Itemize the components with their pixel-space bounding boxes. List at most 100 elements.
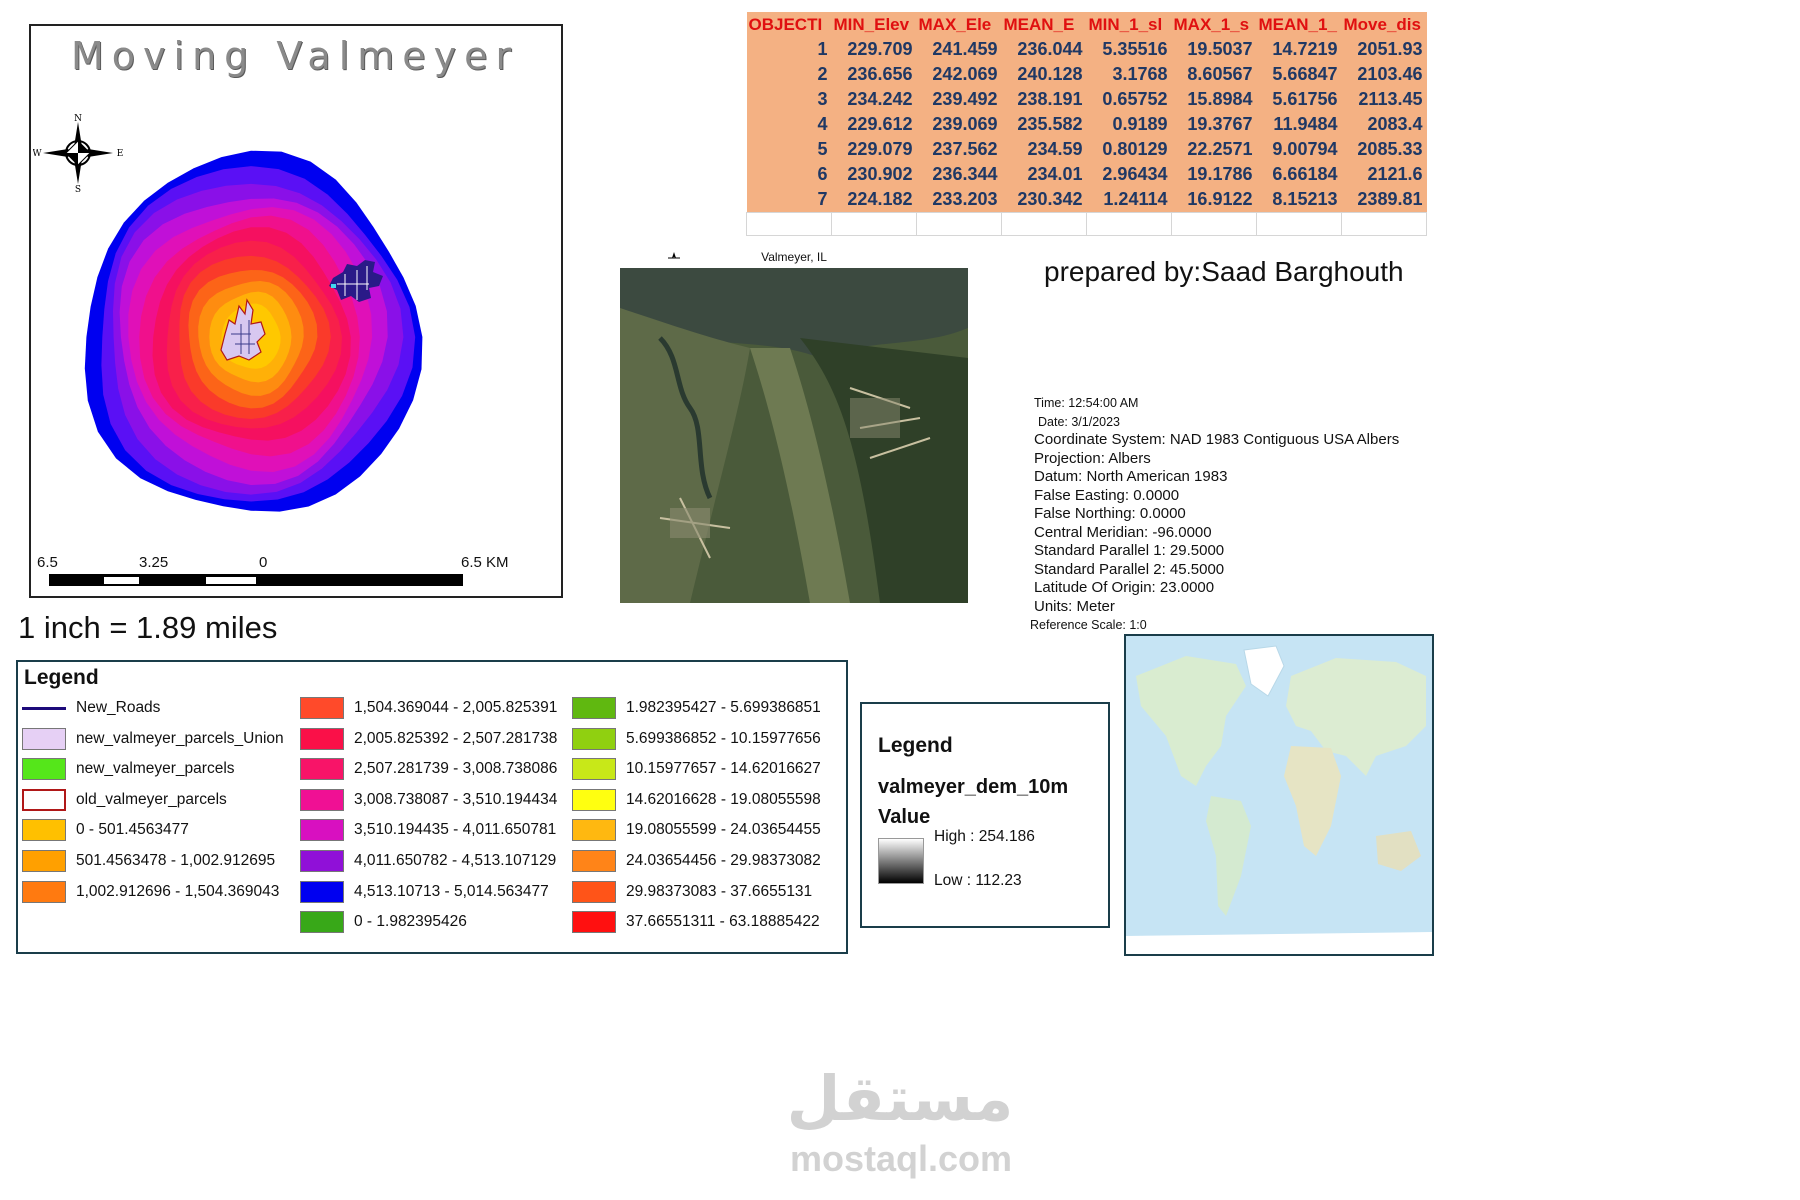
legend-swatch bbox=[300, 880, 344, 903]
west-label: W bbox=[33, 149, 42, 159]
aerial-photo bbox=[620, 268, 968, 603]
map-title: Moving Valmeyer bbox=[71, 34, 520, 78]
legend-item: 2,507.281739 - 3,008.738086 bbox=[300, 757, 557, 781]
table-cell: 2113.45 bbox=[1341, 87, 1427, 112]
table-cell: 2.96434 bbox=[1086, 162, 1172, 187]
table-cell: 230.342 bbox=[1001, 187, 1087, 213]
attribute-table: OBJECTI MIN_Elev MAX_Ele MEAN_E MIN_1_sl MAX_… bbox=[746, 12, 1427, 236]
table-cell: 234.01 bbox=[1001, 162, 1087, 187]
meta-reference-scale: Reference Scale: 1:0 bbox=[1030, 618, 1147, 632]
table-cell: 1 bbox=[746, 37, 832, 62]
legend-dem: Legend valmeyer_dem_10m Value High : 254… bbox=[860, 702, 1110, 928]
table-row: 7 224.182 233.203 230.342 1.24114 16.9122 8.15… bbox=[746, 187, 1427, 213]
table-header-cell: MAX_Ele bbox=[916, 12, 1002, 37]
legend-swatch bbox=[572, 727, 616, 750]
table-cell: 241.459 bbox=[916, 37, 1002, 62]
legend-item: 29.98373083 - 37.6655131 bbox=[572, 880, 812, 904]
dem-color-ramp bbox=[878, 838, 924, 884]
legend-swatch bbox=[572, 758, 616, 781]
legend-label: 24.03654456 - 29.98373082 bbox=[626, 852, 821, 869]
meta-line: Latitude Of Origin: 23.0000 bbox=[1034, 579, 1215, 596]
table-cell: 6.66184 bbox=[1256, 162, 1342, 187]
legend-swatch bbox=[572, 911, 616, 934]
scale-bar bbox=[49, 574, 463, 586]
table-cell: 0.65752 bbox=[1086, 87, 1172, 112]
prepared-by: prepared by:Saad Barghouth bbox=[1044, 256, 1404, 287]
legend-swatch bbox=[572, 880, 616, 903]
table-cell: 15.8984 bbox=[1171, 87, 1257, 112]
meta-date: Date: 3/1/2023 bbox=[1038, 414, 1121, 429]
legend-label: 37.66551311 - 63.18885422 bbox=[626, 913, 820, 931]
legend-dem-layer: valmeyer_dem_10m bbox=[878, 776, 1069, 798]
legend-dem-low: Low : 112.23 bbox=[934, 872, 1022, 889]
table-empty-cell bbox=[916, 212, 1002, 236]
meta-line: Coordinate System: NAD 1983 Contiguous U… bbox=[1034, 431, 1400, 448]
table-cell: 230.902 bbox=[831, 162, 917, 187]
table-row: 5 229.079 237.562 234.59 0.80129 22.2571 9.007… bbox=[746, 137, 1427, 162]
scalebar-label-zero: 0 bbox=[259, 554, 268, 571]
table-row: 1 229.709 241.459 236.044 5.35516 19.5037 14.7… bbox=[746, 37, 1427, 62]
legend-item: 3,008.738087 - 3,510.194434 bbox=[300, 788, 557, 812]
legend-item: 4,513.10713 - 5,014.563477 bbox=[300, 880, 549, 904]
legend-item: 0 - 1.982395426 bbox=[300, 910, 467, 934]
table-cell: 19.1786 bbox=[1171, 162, 1257, 187]
world-map bbox=[1126, 636, 1432, 954]
meta-line: False Northing: 0.0000 bbox=[1034, 505, 1186, 522]
watermark-logo: مستقل bbox=[787, 1058, 1014, 1138]
table-cell: 2085.33 bbox=[1341, 137, 1427, 162]
legend-swatch bbox=[572, 819, 616, 842]
north-label: N bbox=[74, 114, 82, 124]
table-empty-cell bbox=[1001, 212, 1087, 236]
table-cell: 224.182 bbox=[831, 187, 917, 213]
scalebar-label-left: 6.5 bbox=[37, 554, 58, 571]
legend-item: 24.03654456 - 29.98373082 bbox=[572, 849, 821, 873]
scalebar-label-mid: 3.25 bbox=[139, 554, 169, 571]
legend-label: 2,005.825392 - 2,507.281738 bbox=[354, 729, 558, 747]
meta-line: Projection: Albers bbox=[1034, 449, 1151, 467]
meta-line: Datum: North American 1983 bbox=[1034, 468, 1228, 485]
table-empty-cell bbox=[1086, 212, 1172, 236]
table-cell: 234.242 bbox=[831, 87, 917, 112]
legend-swatch bbox=[22, 758, 66, 781]
legend-swatch bbox=[22, 706, 66, 710]
table-cell: 7 bbox=[746, 187, 832, 213]
legend-item: new_valmeyer_parcels_Union bbox=[22, 727, 284, 751]
legend-swatch bbox=[300, 758, 344, 781]
table-cell: 0.9189 bbox=[1086, 112, 1172, 137]
small-north-arrow-icon bbox=[668, 252, 680, 259]
table-cell: 237.562 bbox=[916, 137, 1002, 162]
table-empty-cell bbox=[831, 212, 917, 236]
legend-item: New_Roads bbox=[22, 696, 160, 720]
legend-swatch bbox=[22, 850, 66, 872]
legend-label: 1,002.912696 - 1,504.369043 bbox=[76, 882, 280, 900]
table-cell: 236.656 bbox=[831, 62, 917, 87]
meta-line: False Easting: 0.0000 bbox=[1034, 486, 1180, 504]
legend-label: 1,504.369044 - 2,005.825391 bbox=[354, 699, 558, 716]
table-cell: 5.66847 bbox=[1256, 62, 1342, 87]
table-cell: 8.15213 bbox=[1256, 187, 1342, 213]
watermark-text: mostaql.com bbox=[790, 1138, 1013, 1179]
table-cell: 239.069 bbox=[916, 112, 1002, 137]
legend-label: 14.62016628 - 19.08055598 bbox=[626, 790, 821, 808]
legend-label: 10.15977657 - 14.62016627 bbox=[626, 760, 821, 778]
table-cell: 4 bbox=[746, 112, 832, 137]
legend-swatch bbox=[572, 788, 616, 811]
legend-swatch bbox=[22, 727, 66, 750]
legend-dem-high: High : 254.186 bbox=[934, 828, 1035, 845]
table-empty-cell bbox=[746, 212, 832, 236]
table-empty-row bbox=[746, 212, 1427, 236]
table-cell: 3.1768 bbox=[1086, 62, 1172, 87]
table-cell: 236.044 bbox=[1001, 37, 1087, 62]
legend-label: 3,008.738087 - 3,510.194434 bbox=[354, 790, 558, 808]
table-cell: 5.35516 bbox=[1086, 37, 1172, 62]
table-header-cell: MAX_1_s bbox=[1171, 12, 1257, 37]
legend-main: Legend New_Roads new_valmeyer_parcels_Uni… bbox=[16, 660, 848, 954]
legend-item: 37.66551311 - 63.18885422 bbox=[572, 910, 820, 934]
table-header-cell: MEAN_E bbox=[1001, 12, 1087, 37]
legend-label: new_valmeyer_parcels bbox=[76, 760, 235, 778]
table-cell: 2083.4 bbox=[1341, 112, 1427, 137]
table-cell: 0.80129 bbox=[1086, 137, 1172, 162]
table-cell: 19.5037 bbox=[1171, 37, 1257, 62]
scale-text: 1 inch = 1.89 miles bbox=[18, 610, 278, 645]
legend-label: 0 - 501.4563477 bbox=[76, 821, 189, 839]
